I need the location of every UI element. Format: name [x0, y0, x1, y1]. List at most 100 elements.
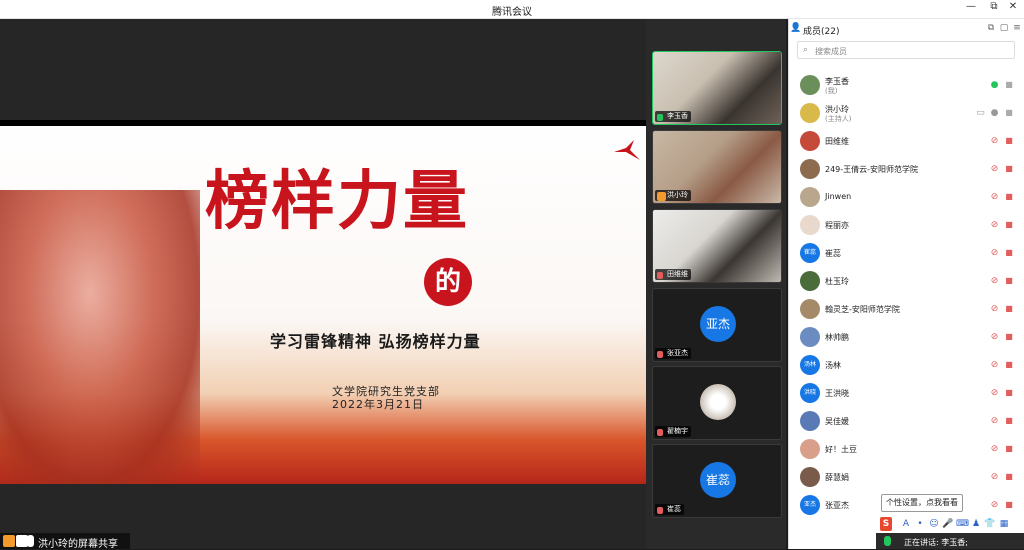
voice-icon[interactable]: 🎤 — [942, 517, 954, 531]
video-off-icon[interactable]: ■ — [1004, 332, 1014, 342]
mic-on-icon[interactable]: ● — [990, 80, 999, 90]
video-off-icon[interactable]: ■ — [1004, 416, 1014, 426]
member-name: 崔蕊 — [825, 249, 841, 258]
video-off-icon[interactable]: ■ — [1004, 164, 1014, 174]
screen-share-icon[interactable]: ▭ — [976, 108, 985, 118]
mic-muted-icon[interactable]: ⊘ — [990, 332, 999, 342]
member-row[interactable]: 田维维 ⊘ ■ — [789, 127, 1024, 155]
video-off-icon[interactable]: ■ — [1004, 108, 1014, 118]
mic-muted-icon — [657, 351, 663, 358]
video-off-icon[interactable]: ■ — [1004, 388, 1014, 398]
skin-icon[interactable]: 👕 — [984, 517, 996, 531]
keyboard-icon[interactable]: ⌨ — [956, 517, 969, 531]
mic-on-icon — [657, 114, 663, 121]
member-row[interactable]: 翰灵芝-安阳师范学院 ⊘ ■ — [789, 295, 1024, 323]
speaking-indicator: 正在讲话: 李玉香; — [876, 533, 1024, 549]
video-tile[interactable]: 洪小玲 — [652, 130, 782, 204]
member-role: (我) — [825, 87, 838, 95]
mic-muted-icon — [657, 507, 663, 514]
title-bar: 腾讯会议 — ⧉ ✕ — [0, 0, 1024, 19]
video-off-icon[interactable]: ■ — [1004, 192, 1014, 202]
mic-muted-icon[interactable]: ⊘ — [990, 192, 999, 202]
screen-share-indicator[interactable]: 洪小玲的屏幕共享 — [0, 533, 130, 550]
avatar — [700, 384, 736, 420]
host-icon — [657, 192, 666, 201]
member-row[interactable]: 程丽亦 ⊘ ■ — [789, 211, 1024, 239]
member-search[interactable]: ⌕ 搜索成员 — [797, 41, 1015, 59]
video-off-icon[interactable]: ■ — [1004, 304, 1014, 314]
punctuation-icon[interactable]: • — [914, 517, 926, 531]
mic-muted-icon[interactable]: ⊘ — [990, 444, 999, 454]
popout-icon[interactable]: ⧉ — [985, 23, 997, 35]
video-tile[interactable]: 亚杰 张亚杰 — [652, 288, 782, 362]
video-tile[interactable]: 崔蕊 崔蕊 — [652, 444, 782, 518]
restore-icon[interactable]: ⧉ — [985, 1, 1003, 17]
member-name: 林帅鹏 — [825, 333, 849, 342]
mic-muted-icon[interactable]: ⊘ — [990, 360, 999, 370]
video-off-icon[interactable]: ■ — [1004, 276, 1014, 286]
mic-muted-icon[interactable]: ⊘ — [990, 416, 999, 426]
member-avatar: 汤林 — [800, 355, 820, 375]
minimize-icon[interactable]: — — [962, 1, 980, 17]
mic-muted-icon[interactable]: ⊘ — [990, 136, 999, 146]
video-tile[interactable]: 李玉香 — [652, 51, 782, 125]
video-tile[interactable]: 翟楠宇 — [652, 366, 782, 440]
mic-muted-icon[interactable]: ⊘ — [990, 248, 999, 258]
member-name: 好！土豆 — [825, 445, 857, 454]
video-off-icon[interactable]: ■ — [1004, 220, 1014, 230]
member-avatar — [800, 159, 820, 179]
apps-icon[interactable]: ▦ — [998, 517, 1010, 531]
member-name: 杜玉玲 — [825, 277, 849, 286]
mic-muted-icon[interactable]: ⊘ — [990, 388, 999, 398]
mic-muted-icon[interactable]: ⊘ — [990, 500, 999, 510]
mic-icon — [27, 535, 34, 547]
video-off-icon[interactable]: ■ — [1004, 80, 1014, 90]
member-row[interactable]: 汤林 汤林 ⊘ ■ — [789, 351, 1024, 379]
mic-muted-icon[interactable]: ⊘ — [990, 472, 999, 482]
member-role: (主持人) — [825, 115, 852, 123]
video-off-icon[interactable]: ■ — [1004, 360, 1014, 370]
member-row[interactable]: 好！土豆 ⊘ ■ — [789, 435, 1024, 463]
ime-toolbar[interactable]: S A • ☺ 🎤 ⌨ ♟ 👕 ▦ — [880, 517, 1012, 531]
video-off-icon[interactable]: ■ — [1004, 136, 1014, 146]
mic-muted-icon[interactable]: ⊘ — [990, 304, 999, 314]
member-avatar — [800, 75, 820, 95]
mic-muted-icon[interactable]: ⊘ — [990, 164, 999, 174]
member-row[interactable]: Jinwen ⊘ ■ — [789, 183, 1024, 211]
video-off-icon[interactable]: ■ — [1004, 248, 1014, 258]
slide-subtitle: 学习雷锋精神 弘扬榜样力量 — [270, 332, 481, 351]
member-row[interactable]: 吴佳媛 ⊘ ■ — [789, 407, 1024, 435]
member-row[interactable]: 林帅鹏 ⊘ ■ — [789, 323, 1024, 351]
emoji-icon[interactable]: ☺ — [928, 517, 940, 531]
member-row[interactable]: 洪小玲 (主持人) ● ▭ ■ — [789, 99, 1024, 127]
member-row[interactable]: 崔蕊 崔蕊 ⊘ ■ — [789, 239, 1024, 267]
member-name: 薛慧娟 — [825, 473, 849, 482]
video-off-icon[interactable]: ■ — [1004, 500, 1014, 510]
font-icon[interactable]: A — [900, 517, 912, 531]
member-name: 张亚杰 — [825, 501, 849, 510]
slide-top-band — [0, 120, 646, 126]
toolbox-icon[interactable]: ♟ — [970, 517, 982, 531]
user-icon — [3, 535, 15, 547]
mic-muted-icon[interactable]: ⊘ — [990, 276, 999, 286]
member-row[interactable]: 薛慧娟 ⊘ ■ — [789, 463, 1024, 491]
avatar: 崔蕊 — [700, 462, 736, 498]
member-avatar — [800, 271, 820, 291]
video-tile[interactable]: 田维维 — [652, 209, 782, 283]
mic-on-icon — [884, 536, 891, 546]
video-off-icon[interactable]: ■ — [1004, 472, 1014, 482]
mic-on-icon[interactable]: ● — [990, 108, 999, 118]
mic-muted-icon[interactable]: ⊘ — [990, 220, 999, 230]
members-title: 成员(22) — [803, 27, 840, 37]
member-row[interactable]: 李玉香 (我) ● ■ — [789, 71, 1024, 99]
video-off-icon[interactable]: ■ — [1004, 444, 1014, 454]
video-gallery: 李玉香 洪小玲 田维维 亚杰 张亚杰 翟楠宇 崔蕊 崔蕊 — [646, 19, 786, 549]
collapse-icon[interactable]: ▢ — [998, 23, 1010, 35]
close-icon[interactable]: ✕ — [1004, 1, 1022, 17]
member-row[interactable]: 249-王倩云-安阳师范学院 ⊘ ■ — [789, 155, 1024, 183]
member-row[interactable]: 洪晓 王洪晓 ⊘ ■ — [789, 379, 1024, 407]
sogou-logo-icon[interactable]: S — [880, 517, 892, 531]
menu-icon[interactable]: ≡ — [1011, 23, 1023, 35]
bird-icon — [614, 140, 640, 160]
member-row[interactable]: 杜玉玲 ⊘ ■ — [789, 267, 1024, 295]
